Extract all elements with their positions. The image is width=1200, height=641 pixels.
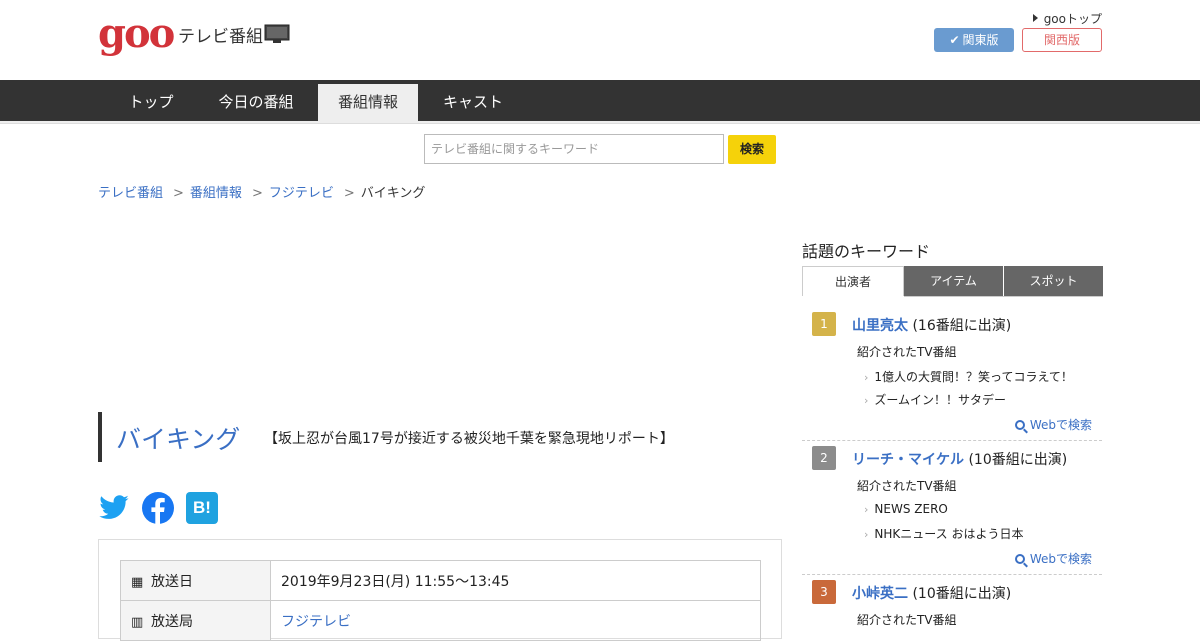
main-nav: トップ 今日の番組 番組情報 キャスト [0, 80, 1200, 121]
web-search-link[interactable]: Webで検索 [1014, 550, 1092, 567]
web-search-link[interactable]: Webで検索 [1014, 416, 1092, 433]
broadcast-date-label: ▦ 放送日 [120, 560, 271, 601]
search-icon [1014, 554, 1025, 564]
chevron-right-icon: › [864, 503, 869, 516]
table-row: ▥ 放送局 フジテレビ [120, 600, 761, 641]
program-info-table: ▦ 放送日 2019年9月23日(月) 11:55～13:45 ▥ 放送局 フジテレ… [120, 560, 761, 641]
list-item[interactable]: › 1億人の大質問！？笑ってコラえて！ [864, 368, 1073, 385]
performer-name-link[interactable]: リーチ・マイケル [852, 452, 964, 468]
breadcrumb-separator: > [251, 186, 263, 201]
breadcrumb-separator: > [343, 186, 355, 201]
tab-underline [904, 296, 1103, 297]
broadcast-date-label-text: 放送日 [151, 573, 193, 590]
check-icon: ✔ [949, 33, 960, 47]
breadcrumb: テレビ番組 > 番組情報 > フジテレビ > バイキング [98, 182, 425, 201]
program-subtitle: 【坂上忍が台風17号が接近する被災地千葉を緊急現地リポート】 [264, 431, 674, 447]
search-icon [1014, 420, 1025, 430]
search-input[interactable] [424, 134, 724, 164]
tab-spots[interactable]: スポット [1004, 266, 1103, 296]
nav-underline [0, 121, 1200, 124]
calendar-icon: ▦ [131, 574, 144, 590]
breadcrumb-tv-programs[interactable]: テレビ番組 [98, 186, 163, 201]
list-item[interactable]: › NEWS ZERO [864, 502, 948, 516]
introduced-programs-label: 紹介されたTV番組 [857, 479, 957, 493]
station-label-text: 放送局 [151, 613, 193, 630]
trending-keywords-title: 話題のキーワード [802, 242, 931, 261]
rank-badge: 2 [812, 446, 836, 470]
tab-program-info[interactable]: 番組情報 [318, 84, 418, 121]
program-name: ズームイン！！サタデー [874, 393, 1007, 407]
station-link[interactable]: フジテレビ [281, 614, 351, 630]
goo-top-link[interactable]: gooトップ [1032, 10, 1102, 27]
site-header: goo テレビ番組 gooトップ ✔ 関東版 関西版 [0, 0, 1200, 80]
broadcast-date-value: 2019年9月23日(月) 11:55～13:45 [270, 560, 761, 601]
program-name: 1億人の大質問！？笑ってコラえて！ [874, 370, 1073, 384]
divider [802, 440, 1102, 441]
introduced-programs-label: 紹介されたTV番組 [857, 345, 957, 359]
kanto-button[interactable]: ✔ 関東版 [934, 28, 1014, 52]
facebook-icon[interactable] [142, 492, 174, 524]
search-button[interactable]: 検索 [728, 135, 776, 164]
web-search-label: Webで検索 [1029, 552, 1092, 566]
title-accent-bar [98, 412, 102, 462]
kansai-button[interactable]: 関西版 [1022, 28, 1102, 52]
list-item[interactable]: › ズームイン！！サタデー [864, 391, 1006, 408]
tab-top[interactable]: トップ [112, 84, 190, 121]
introduced-programs-label: 紹介されたTV番組 [857, 613, 957, 627]
table-row: ▦ 放送日 2019年9月23日(月) 11:55～13:45 [120, 560, 761, 601]
hatena-bookmark-icon[interactable]: B! [186, 492, 218, 524]
appearance-count: (10番組に出演) [912, 586, 1012, 602]
ranking-entry: 小峠英二 (10番組に出演) [852, 583, 1011, 603]
kanto-label: 関東版 [962, 33, 999, 47]
program-title: バイキング [116, 425, 241, 454]
breadcrumb-current: バイキング [360, 186, 426, 201]
tab-today[interactable]: 今日の番組 [204, 84, 308, 121]
web-search-label: Webで検索 [1029, 418, 1092, 432]
list-item[interactable]: › NHKニュース おはよう日本 [864, 525, 1024, 542]
goo-logo[interactable]: goo [98, 14, 175, 54]
tab-items[interactable]: アイテム [904, 266, 1003, 296]
tab-cast[interactable]: キャスト [430, 84, 516, 121]
station-value-cell: フジテレビ [270, 600, 761, 641]
performer-name-link[interactable]: 山里亮太 [852, 318, 908, 334]
chevron-right-icon: › [864, 371, 869, 384]
appearance-count: (16番組に出演) [912, 318, 1012, 334]
breadcrumb-program-info[interactable]: 番組情報 [190, 186, 242, 201]
performer-name-link[interactable]: 小峠英二 [852, 586, 908, 602]
triangle-right-icon [1032, 14, 1038, 22]
breadcrumb-separator: > [173, 186, 184, 201]
twitter-icon[interactable] [98, 492, 130, 524]
chevron-right-icon: › [864, 394, 869, 407]
chevron-right-icon: › [864, 528, 869, 541]
ranking-entry: 山里亮太 (16番組に出演) [852, 315, 1011, 335]
site-name[interactable]: テレビ番組 [178, 22, 263, 47]
tv-icon [264, 24, 290, 43]
goo-top-label: gooトップ [1043, 12, 1102, 26]
divider [802, 574, 1102, 575]
ranking-entry: リーチ・マイケル (10番組に出演) [852, 449, 1067, 469]
breadcrumb-fuji-tv[interactable]: フジテレビ [269, 186, 334, 201]
building-icon: ▥ [131, 614, 144, 630]
appearance-count: (10番組に出演) [968, 452, 1068, 468]
program-name: NEWS ZERO [874, 502, 948, 516]
rank-badge: 1 [812, 312, 836, 336]
station-label: ▥ 放送局 [120, 600, 271, 641]
tab-performers[interactable]: 出演者 [802, 266, 904, 296]
rank-badge: 3 [812, 580, 836, 604]
program-name: NHKニュース おはよう日本 [874, 527, 1024, 541]
